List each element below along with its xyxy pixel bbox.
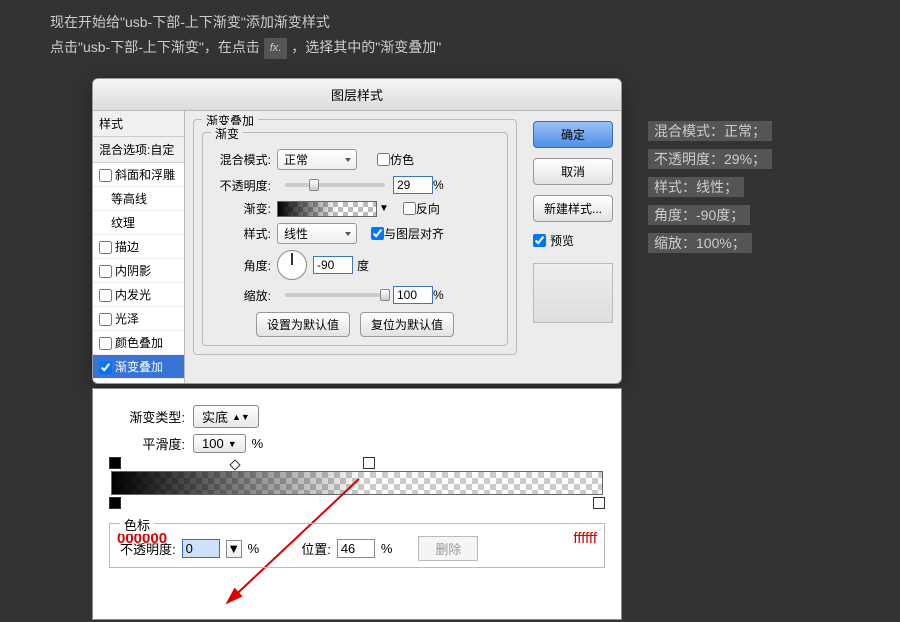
stop-position-input[interactable]: 46 (337, 539, 375, 558)
bevel-checkbox[interactable] (99, 169, 112, 182)
blend-options-header[interactable]: 混合选项:自定 (93, 137, 184, 163)
gradient-label: 渐变: (211, 200, 271, 217)
dither-label: 仿色 (390, 151, 414, 168)
scale-slider[interactable] (285, 293, 385, 297)
stops-fieldset: 色标 不透明度: 0 ▼ % 位置: 46 % 删除 (109, 523, 605, 568)
stop-position-label: 位置: (301, 539, 331, 558)
summary-opacity: 不透明度：29%； (648, 149, 772, 169)
stop-opacity-input[interactable]: 0 (182, 539, 220, 558)
stops-legend: 色标 (120, 515, 154, 534)
coloroverlay-checkbox[interactable] (99, 337, 112, 350)
reverse-label: 反向 (416, 200, 440, 217)
align-label: 与图层对齐 (384, 225, 444, 242)
gradient-overlay-panel: 渐变叠加 渐变 混合模式: 正常 仿色 不透明度: 29 % (185, 111, 525, 383)
ok-button[interactable]: 确定 (533, 121, 613, 148)
opacity-input[interactable]: 29 (393, 176, 433, 194)
opacity-midpoint[interactable] (229, 459, 240, 470)
instruction-line-1: 现在开始给"usb-下部-上下渐变"添加渐变样式 (50, 10, 850, 35)
stop-opacity-label: 不透明度: (120, 539, 176, 558)
inner-title: 渐变 (211, 125, 243, 142)
dither-checkbox[interactable] (377, 153, 390, 166)
fx-icon: fx. (264, 38, 288, 60)
new-style-button[interactable]: 新建样式... (533, 195, 613, 222)
preview-checkbox[interactable] (533, 234, 546, 247)
smoothness-label: 平滑度: (105, 434, 185, 453)
gradient-editor: 渐变类型: 实底▲▼ 平滑度: 100▼ % 000000 ffffff 色标 … (92, 388, 622, 620)
style-item-innerglow[interactable]: 内发光 (93, 283, 184, 307)
style-item-bevel[interactable]: 斜面和浮雕 (93, 163, 184, 187)
stop-opacity-dropdown-icon[interactable]: ▼ (226, 540, 242, 558)
gradient-type-label: 渐变类型: (105, 407, 185, 426)
opacity-stop-right[interactable] (363, 457, 375, 469)
preview-swatch (533, 263, 613, 323)
align-checkbox[interactable] (371, 227, 384, 240)
angle-dial[interactable] (277, 250, 307, 280)
dialog-title: 图层样式 (93, 79, 621, 111)
reset-default-button[interactable]: 复位为默认值 (360, 312, 454, 337)
reverse-checkbox[interactable] (403, 202, 416, 215)
style-select[interactable]: 线性 (277, 223, 357, 244)
scale-input[interactable]: 100 (393, 286, 433, 304)
gradient-preview[interactable] (277, 201, 377, 217)
smoothness-input[interactable]: 100▼ (193, 434, 246, 453)
innerglow-checkbox[interactable] (99, 289, 112, 302)
blend-mode-label: 混合模式: (211, 151, 271, 168)
cancel-button[interactable]: 取消 (533, 158, 613, 185)
style-list: 样式 混合选项:自定 斜面和浮雕 等高线 纹理 描边 内阴影 内发光 光泽 颜色… (93, 111, 185, 383)
gradient-track-area (111, 471, 603, 495)
style-item-texture[interactable]: 纹理 (93, 211, 184, 235)
summary-angle: 角度：-90度； (648, 205, 750, 225)
angle-input[interactable]: -90 (313, 256, 353, 274)
style-list-header[interactable]: 样式 (93, 111, 184, 137)
settings-summary: 混合模式：正常； 不透明度：29%； 样式：线性； 角度：-90度； 缩放：10… (648, 117, 772, 257)
scale-label: 缩放: (211, 287, 271, 304)
color-stop-right[interactable] (593, 497, 605, 509)
gradientoverlay-checkbox[interactable] (99, 361, 112, 374)
instructions: 现在开始给"usb-下部-上下渐变"添加渐变样式 点击"usb-下部-上下渐变"… (0, 0, 900, 60)
opacity-slider[interactable] (285, 183, 385, 187)
opacity-stop-left[interactable] (109, 457, 121, 469)
summary-style: 样式：线性； (648, 177, 744, 197)
instruction-line-2: 点击"usb-下部-上下渐变"，在点击 fx. ，选择其中的"渐变叠加" (50, 35, 850, 60)
gradient-dropdown-icon[interactable]: ▼ (379, 203, 389, 214)
satin-checkbox[interactable] (99, 313, 112, 326)
gradient-track[interactable] (111, 471, 603, 495)
style-item-satin[interactable]: 光泽 (93, 307, 184, 331)
angle-label: 角度: (211, 257, 271, 274)
make-default-button[interactable]: 设置为默认值 (256, 312, 350, 337)
gradient-type-select[interactable]: 实底▲▼ (193, 405, 259, 428)
style-item-gradientoverlay[interactable]: 渐变叠加 (93, 355, 184, 379)
color-stop-left[interactable] (109, 497, 121, 509)
summary-blend: 混合模式：正常； (648, 121, 772, 141)
preview-label: 预览 (550, 232, 574, 249)
stroke-checkbox[interactable] (99, 241, 112, 254)
blend-mode-select[interactable]: 正常 (277, 149, 357, 170)
style-item-contour[interactable]: 等高线 (93, 187, 184, 211)
summary-scale: 缩放：100%； (648, 233, 752, 253)
layer-style-dialog: 图层样式 样式 混合选项:自定 斜面和浮雕 等高线 纹理 描边 内阴影 内发光 … (92, 78, 622, 384)
style-label: 样式: (211, 225, 271, 242)
style-item-patternoverlay[interactable]: 图案叠加 (93, 379, 184, 383)
innershadow-checkbox[interactable] (99, 265, 112, 278)
opacity-label: 不透明度: (211, 177, 271, 194)
style-item-innershadow[interactable]: 内阴影 (93, 259, 184, 283)
dialog-right-panel: 确定 取消 新建样式... 预览 (525, 111, 621, 383)
style-item-coloroverlay[interactable]: 颜色叠加 (93, 331, 184, 355)
style-item-stroke[interactable]: 描边 (93, 235, 184, 259)
delete-stop-button[interactable]: 删除 (418, 536, 478, 561)
